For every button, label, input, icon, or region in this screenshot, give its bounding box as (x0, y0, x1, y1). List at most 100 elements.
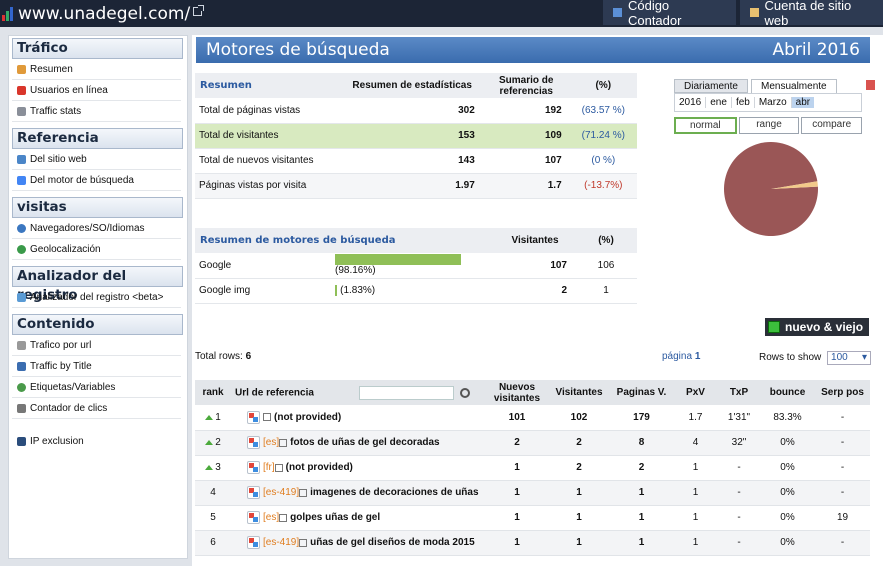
col-rank[interactable]: rank (195, 380, 231, 405)
cuenta-sitio-button[interactable]: Cuenta de sitio web (740, 0, 883, 28)
sidebar-section-referencia[interactable]: Referencia (12, 128, 183, 149)
url-text[interactable]: uñas de gel diseños de moda 2015 (310, 537, 475, 548)
pie-slice-0 (724, 141, 818, 236)
url-cell[interactable]: (not provided) (231, 405, 486, 431)
month-option-selected[interactable]: abr (790, 97, 815, 108)
lang-tag: [es] (263, 437, 280, 449)
sidebar-section-visitas[interactable]: visitas (12, 197, 183, 218)
month-option[interactable]: feb (730, 97, 754, 108)
sidebar-item-trafico-url[interactable]: Trafico por url (12, 335, 181, 356)
cuenta-sitio-label: Cuenta de sitio web (764, 0, 852, 28)
txp-cell: 1'31" (718, 405, 760, 431)
pagination: página 1 (662, 351, 700, 362)
col-url-label[interactable]: Url de referencia (235, 387, 314, 398)
range-button[interactable]: range (738, 117, 800, 134)
normal-button[interactable]: normal (674, 117, 737, 134)
sidebar-item-resumen[interactable]: Resumen (12, 59, 181, 80)
compare-button[interactable]: compare (801, 117, 863, 134)
sidebar-item-contador-clics[interactable]: Contador de clics (12, 398, 181, 419)
visitantes-cell: 1 (548, 505, 610, 531)
globe-icon (17, 154, 26, 164)
url-text[interactable]: imagenes de decoraciones de uñas (310, 487, 478, 498)
rank-cell: 6 (195, 530, 231, 556)
nuevos-cell: 2 (486, 430, 548, 456)
url-text[interactable]: fotos de uñas de gel decoradas (290, 437, 439, 448)
code-icon (613, 8, 622, 17)
sidebar-item-traffic-stats[interactable]: Traffic stats (12, 101, 181, 122)
site-url[interactable]: www.unadegel.com/ (18, 4, 190, 24)
url-cell[interactable]: [es] golpes uñas de gel (231, 505, 486, 531)
pie-chart (724, 141, 818, 236)
external-link-icon[interactable] (279, 513, 288, 522)
col-paginas[interactable]: Paginas V. (610, 380, 673, 405)
col-serp[interactable]: Serp pos (815, 380, 870, 405)
nuevos-cell: 101 (486, 405, 548, 431)
site-logo[interactable]: www.unadegel.com/ (0, 0, 205, 27)
sidebar-item-label: Traffic stats (30, 105, 82, 117)
motores-row: Google img (1.83%) 2 1 (195, 278, 637, 304)
sidebar-item-etiquetas[interactable]: Etiquetas/Variables (12, 377, 181, 398)
sidebar-section-contenido[interactable]: Contenido (12, 314, 183, 335)
sidebar-item-sitio-web[interactable]: Del sitio web (12, 149, 181, 170)
period-label: Abril 2016 (772, 40, 860, 60)
sidebar-section-analizador[interactable]: Analizador del registro (12, 266, 183, 303)
resumen-row-label: Total de nuevos visitantes (195, 148, 342, 174)
sidebar-item-label: Trafico por url (30, 339, 92, 351)
col-nuevos[interactable]: Nuevos visitantes (486, 380, 548, 405)
table-icon (17, 106, 26, 116)
sidebar-item-label: Resumen (30, 63, 73, 75)
url-text[interactable]: (not provided) (286, 462, 353, 473)
col-bounce[interactable]: bounce (760, 380, 815, 405)
sidebar-item-usuarios[interactable]: Usuarios en línea (12, 80, 181, 101)
sidebar-item-geolocalizacion[interactable]: Geolocalización (12, 239, 181, 260)
page-number[interactable]: 1 (695, 351, 701, 362)
codigo-contador-button[interactable]: Código Contador (603, 0, 736, 28)
motores-bar (335, 254, 461, 266)
visitantes-cell: 1 (548, 530, 610, 556)
url-text[interactable]: golpes uñas de gel (290, 512, 380, 523)
visitantes-cell: 102 (548, 405, 610, 431)
external-link-icon[interactable] (193, 5, 205, 16)
col-pxv[interactable]: PxV (673, 380, 718, 405)
tab-diariamente[interactable]: Diariamente (674, 79, 748, 93)
month-option[interactable]: ene (705, 97, 731, 108)
sidebar-item-navegadores[interactable]: Navegadores/SO/Idiomas (12, 218, 181, 239)
table-row: 6 [es-419] uñas de gel diseños de moda 20… (195, 530, 870, 556)
sidebar-item-motor-busqueda[interactable]: Del motor de búsqueda (12, 170, 181, 191)
url-cell[interactable]: [es-419] imagenes de decoraciones de uñas (231, 480, 486, 506)
motores-title: Resumen de motores de búsqueda (200, 235, 396, 246)
rows-select[interactable]: 100 ▾ (827, 351, 872, 365)
url-cell[interactable]: [fr] (not provided) (231, 455, 486, 481)
tag-icon (17, 382, 26, 392)
external-link-icon[interactable] (274, 463, 283, 472)
sidebar-item-analizador[interactable]: Analizador del registro <beta> (12, 287, 181, 308)
serp-cell: 19 (815, 505, 870, 531)
motores-value: 2 (495, 278, 575, 304)
pxv-cell: 4 (673, 430, 718, 456)
expand-icon[interactable] (263, 413, 271, 422)
url-cell[interactable]: [es-419] uñas de gel diseños de moda 2015 (231, 530, 486, 556)
external-link-icon[interactable] (299, 488, 308, 497)
pxv-cell: 1 (673, 505, 718, 531)
search-icon[interactable] (459, 387, 470, 398)
month-option[interactable]: Marzo (753, 97, 791, 108)
tab-mensualmente[interactable]: Mensualmente (751, 79, 837, 93)
external-link-icon[interactable] (299, 538, 308, 547)
url-filter-input[interactable] (358, 385, 454, 400)
google-icon (247, 536, 260, 549)
live-icon (17, 85, 26, 95)
external-link-icon[interactable] (279, 438, 288, 447)
sidebar-item-label: Del sitio web (30, 153, 87, 165)
col-txp[interactable]: TxP (718, 380, 760, 405)
url-cell[interactable]: [es] fotos de uñas de gel decoradas (231, 430, 486, 456)
nuevo-viejo-button[interactable]: nuevo & viejo (765, 318, 870, 336)
table-row: 1 (not provided) 101 102 179 1.7 1'31" 8… (195, 405, 870, 431)
codigo-contador-label: Código Contador (627, 0, 682, 28)
url-text[interactable]: (not provided) (274, 412, 341, 423)
sidebar-item-ip-exclusion[interactable]: IP exclusion (12, 431, 181, 452)
page-title: Motores de búsqueda (206, 40, 390, 60)
calendar-icon[interactable] (866, 80, 875, 90)
sidebar-section-trafico[interactable]: Tráfico (12, 38, 183, 59)
sidebar-item-traffic-title[interactable]: Traffic by Title (12, 356, 181, 377)
col-visitantes[interactable]: Visitantes (548, 380, 610, 405)
